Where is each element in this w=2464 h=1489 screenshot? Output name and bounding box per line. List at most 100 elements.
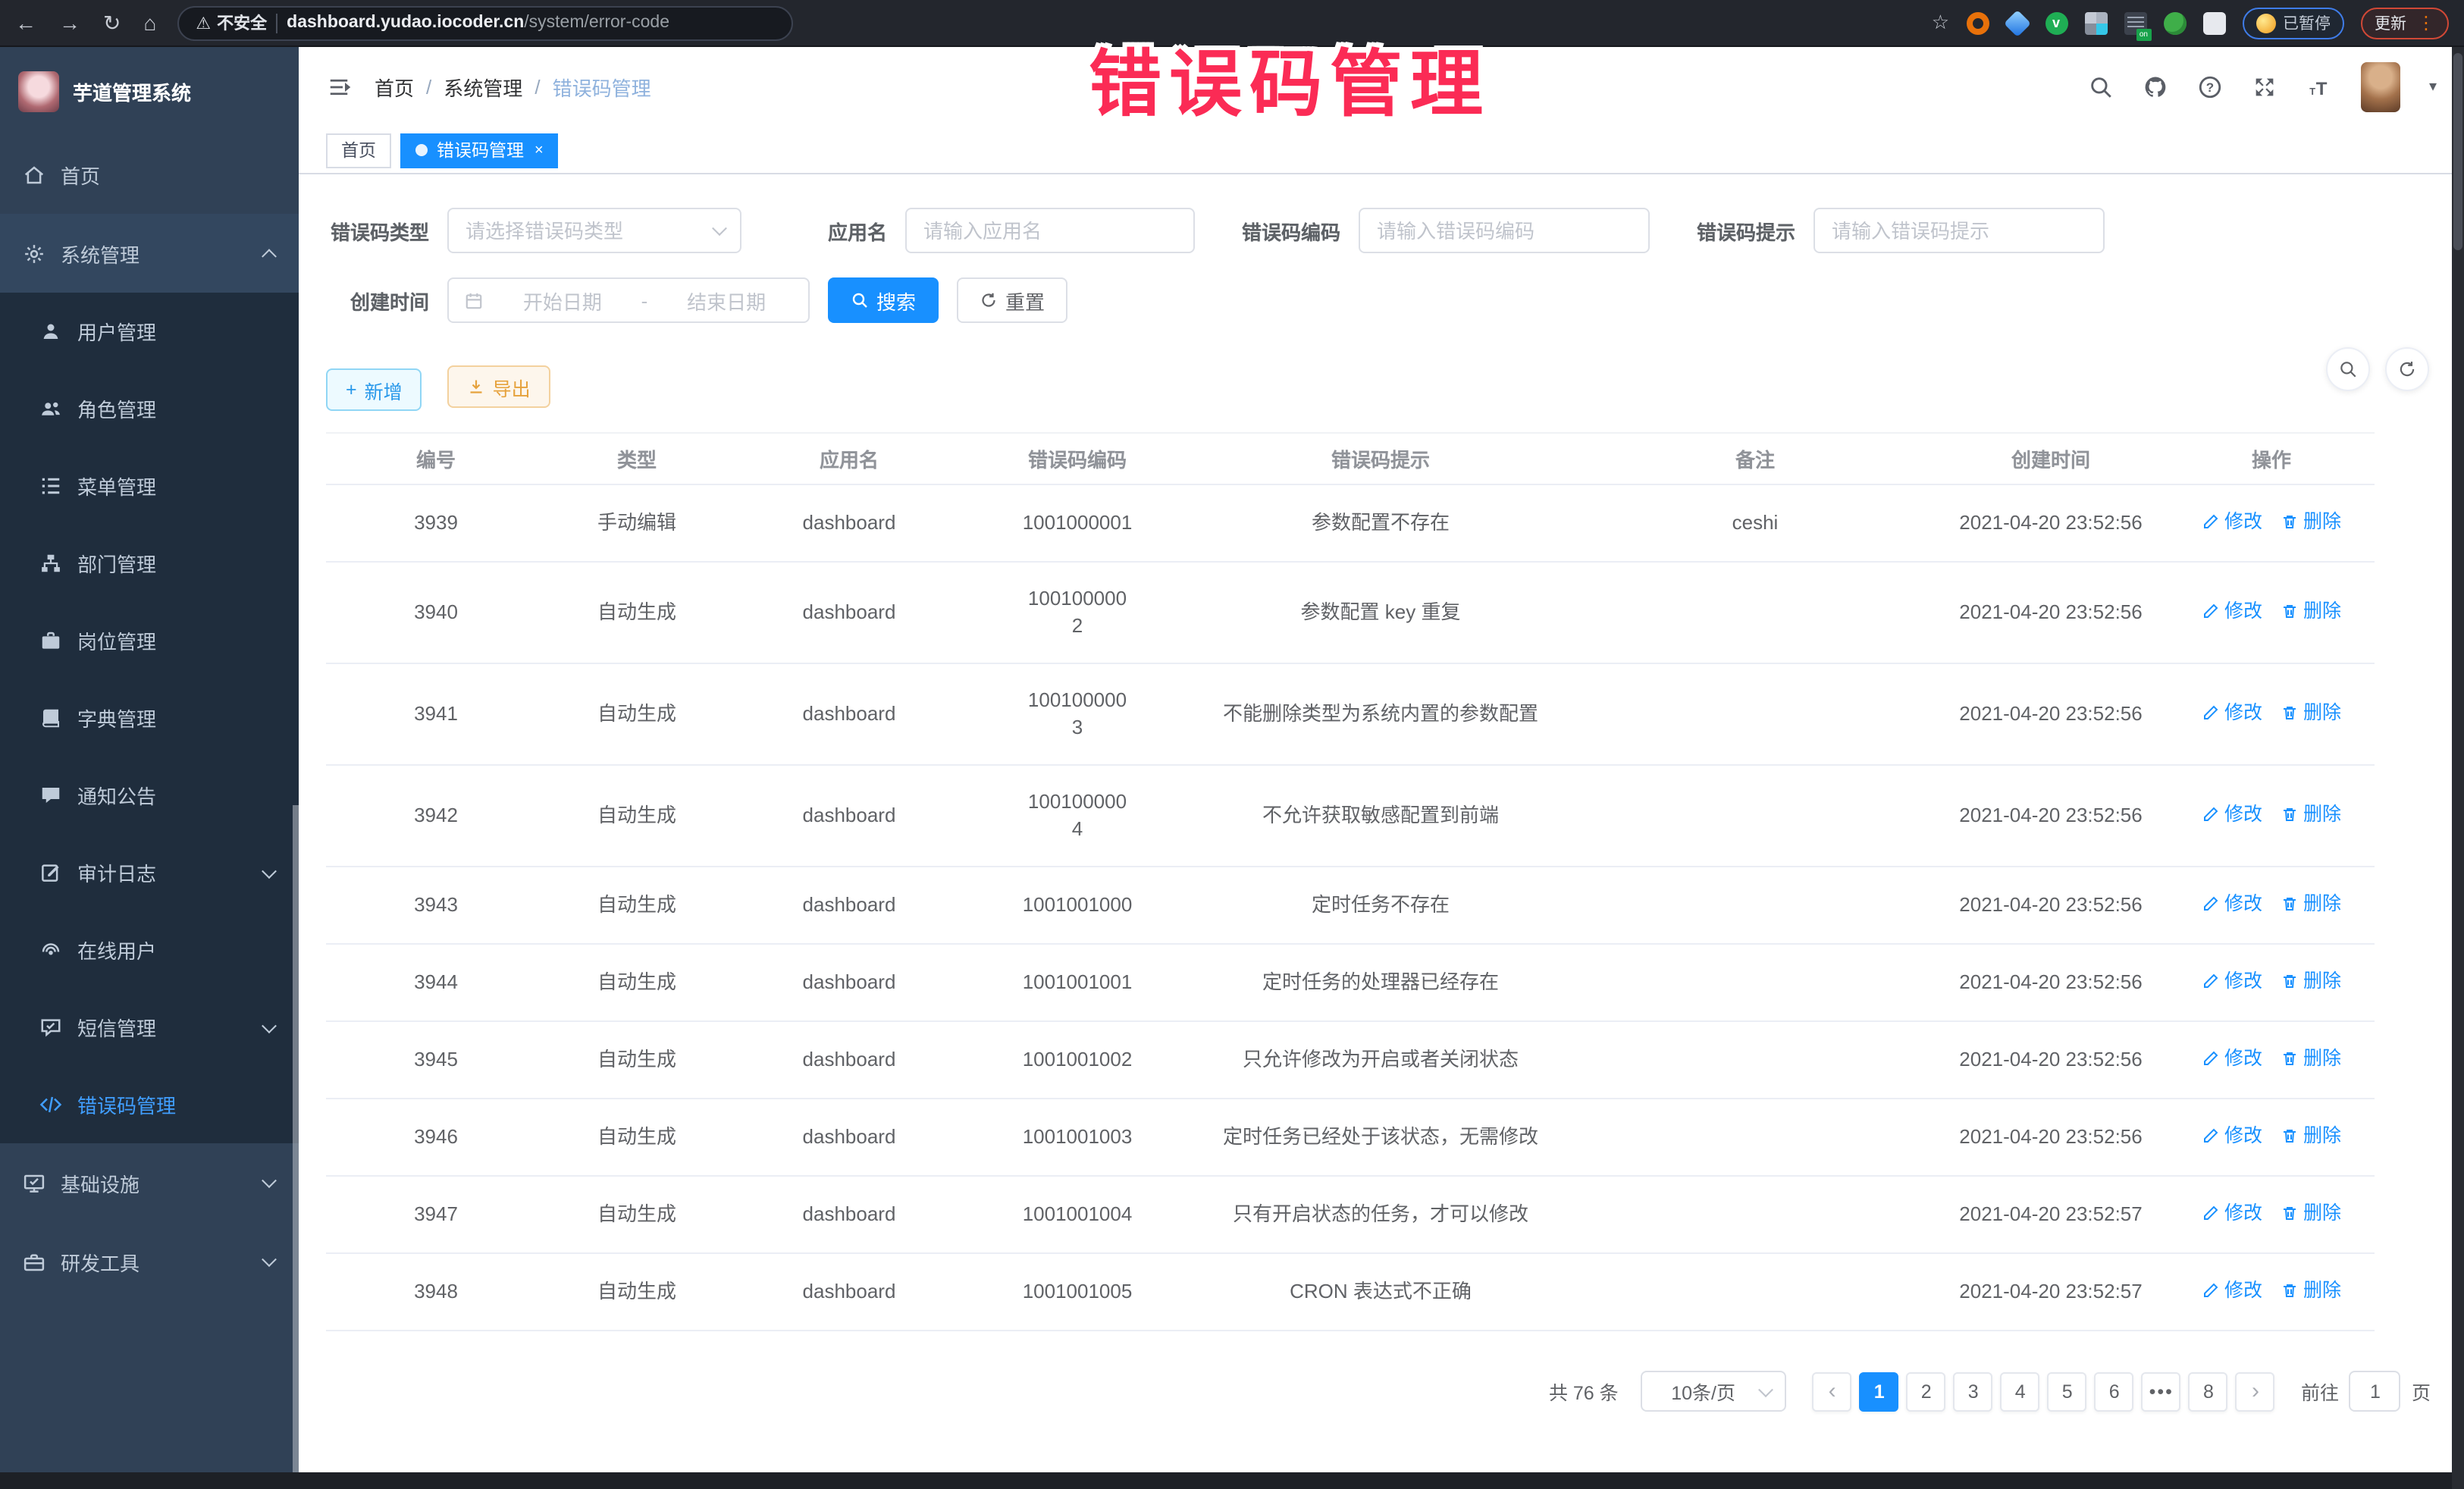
- page-button-3[interactable]: 3: [1954, 1371, 1993, 1411]
- address-bar[interactable]: ⚠ 不安全 dashboard.yudao.iocoder.cn/system/…: [177, 5, 793, 40]
- browser-home-icon[interactable]: ⌂: [143, 11, 156, 35]
- refresh-table-button[interactable]: [2385, 347, 2429, 391]
- table-row[interactable]: 3946自动生成dashboard1001001003定时任务已经处于该状态，无…: [326, 1099, 2375, 1176]
- bookmark-star-icon[interactable]: ☆: [1932, 11, 1949, 35]
- error-type-select[interactable]: [447, 208, 741, 253]
- close-icon[interactable]: ×: [534, 142, 544, 158]
- page-button-8[interactable]: 8: [2189, 1371, 2228, 1411]
- table-row[interactable]: 3944自动生成dashboard1001001001定时任务的处理器已经存在2…: [326, 944, 2375, 1021]
- font-size-icon[interactable]: TT: [2306, 74, 2332, 100]
- delete-row-button[interactable]: 删除: [2281, 1199, 2341, 1227]
- prev-page-button[interactable]: ‹: [1813, 1371, 1852, 1411]
- search-button[interactable]: 搜索: [828, 277, 939, 323]
- breadcrumb-system[interactable]: 系统管理: [444, 73, 522, 102]
- sidebar-item-dict[interactable]: 字典管理: [0, 679, 299, 757]
- table-row[interactable]: 3945自动生成dashboard1001001002只允许修改为开启或者关闭状…: [326, 1021, 2375, 1099]
- browser-back-icon[interactable]: ←: [15, 11, 36, 35]
- sidebar-item-dept[interactable]: 部门管理: [0, 525, 299, 602]
- sidebar-item-online[interactable]: 在线用户: [0, 911, 299, 989]
- app-logo-row[interactable]: 芋道管理系统: [0, 47, 299, 135]
- delete-row-button[interactable]: 删除: [2281, 1122, 2341, 1149]
- page-button-6[interactable]: 6: [2095, 1371, 2134, 1411]
- browser-reload-icon[interactable]: ↻: [103, 10, 121, 36]
- tag-home[interactable]: 首页: [326, 133, 391, 168]
- edit-row-button[interactable]: 修改: [2202, 1199, 2262, 1227]
- sidebar-item-audit[interactable]: 审计日志: [0, 834, 299, 911]
- goto-page-input[interactable]: [2350, 1371, 2401, 1412]
- edit-row-button[interactable]: 修改: [2202, 699, 2262, 726]
- edit-row-button[interactable]: 修改: [2202, 1122, 2262, 1149]
- page-scrollbar[interactable]: [2452, 47, 2464, 1489]
- sidebar-item-infra[interactable]: 基础设施: [0, 1143, 299, 1222]
- table-row[interactable]: 3940自动生成dashboard100100000 2参数配置 key 重复2…: [326, 562, 2375, 663]
- app-name-input[interactable]: [905, 208, 1195, 253]
- extension-icon[interactable]: [1966, 11, 1989, 34]
- edit-row-button[interactable]: 修改: [2202, 890, 2262, 917]
- tag-error-code[interactable]: 错误码管理 ×: [400, 133, 559, 168]
- error-code-input[interactable]: [1359, 208, 1650, 253]
- extension-paused-badge[interactable]: 已暂停: [2242, 7, 2344, 39]
- search-icon[interactable]: [2088, 74, 2114, 100]
- show-search-button[interactable]: [2326, 347, 2370, 391]
- table-row[interactable]: 3948自动生成dashboard1001001005CRON 表达式不正确20…: [326, 1253, 2375, 1331]
- page-button-4[interactable]: 4: [2001, 1371, 2040, 1411]
- edit-row-button[interactable]: 修改: [2202, 801, 2262, 828]
- edit-row-button[interactable]: 修改: [2202, 1277, 2262, 1304]
- sidebar-item-notice[interactable]: 通知公告: [0, 757, 299, 834]
- sidebar-item-user[interactable]: 用户管理: [0, 293, 299, 370]
- table-row[interactable]: 3947自动生成dashboard1001001004只有开启状态的任务，才可以…: [326, 1176, 2375, 1253]
- table-row[interactable]: 3939手动编辑dashboard1001000001参数配置不存在ceshi2…: [326, 484, 2375, 562]
- delete-row-button[interactable]: 删除: [2281, 597, 2341, 625]
- sidebar-item-post[interactable]: 岗位管理: [0, 602, 299, 679]
- export-button[interactable]: 导出: [447, 365, 550, 408]
- sidebar-item-devtools[interactable]: 研发工具: [0, 1222, 299, 1301]
- table-row[interactable]: 3942自动生成dashboard100100000 4不允许获取敏感配置到前端…: [326, 765, 2375, 867]
- edit-row-button[interactable]: 修改: [2202, 1045, 2262, 1072]
- browser-menu-icon[interactable]: ⋮: [2417, 12, 2435, 33]
- page-button-2[interactable]: 2: [1907, 1371, 1946, 1411]
- edit-row-button[interactable]: 修改: [2202, 597, 2262, 625]
- table-row[interactable]: 3941自动生成dashboard100100000 3不能删除类型为系统内置的…: [326, 663, 2375, 765]
- help-icon[interactable]: ?: [2197, 74, 2223, 100]
- extension-icon[interactable]: [2003, 9, 2030, 36]
- user-avatar[interactable]: [2361, 62, 2400, 112]
- edit-row-button[interactable]: 修改: [2202, 508, 2262, 535]
- page-button-1[interactable]: 1: [1860, 1371, 1899, 1411]
- sidebar-item-errcode[interactable]: 错误码管理: [0, 1066, 299, 1143]
- extension-icon[interactable]: [2124, 11, 2146, 34]
- delete-row-button[interactable]: 删除: [2281, 508, 2341, 535]
- sidebar-scrollbar[interactable]: [293, 805, 299, 1472]
- breadcrumb-home[interactable]: 首页: [375, 73, 414, 102]
- browser-forward-icon[interactable]: →: [59, 11, 80, 35]
- reset-button[interactable]: 重置: [957, 277, 1067, 323]
- browser-update-button[interactable]: 更新 ⋮: [2361, 7, 2449, 39]
- page-url[interactable]: dashboard.yudao.iocoder.cn/system/error-…: [287, 14, 669, 32]
- sidebar-item-system[interactable]: 系统管理: [0, 214, 299, 293]
- extension-icon[interactable]: [2084, 11, 2107, 34]
- page-button-5[interactable]: 5: [2048, 1371, 2087, 1411]
- extension-icon[interactable]: [2163, 11, 2186, 34]
- date-range-picker[interactable]: 开始日期 - 结束日期: [447, 277, 810, 323]
- next-page-button[interactable]: ›: [2236, 1371, 2275, 1411]
- sidebar-item-home[interactable]: 首页: [0, 135, 299, 214]
- github-icon[interactable]: [2143, 74, 2168, 100]
- delete-row-button[interactable]: 删除: [2281, 699, 2341, 726]
- extension-icon[interactable]: v: [2045, 11, 2067, 34]
- pagination-ellipsis[interactable]: •••: [2142, 1371, 2181, 1411]
- sidebar-item-sms[interactable]: 短信管理: [0, 989, 299, 1066]
- delete-row-button[interactable]: 删除: [2281, 967, 2341, 995]
- edit-row-button[interactable]: 修改: [2202, 967, 2262, 995]
- delete-row-button[interactable]: 删除: [2281, 890, 2341, 917]
- fullscreen-icon[interactable]: [2252, 74, 2277, 100]
- page-size-select[interactable]: 10条/页: [1641, 1371, 1787, 1412]
- error-hint-input[interactable]: [1814, 208, 2105, 253]
- hamburger-icon[interactable]: [326, 76, 352, 99]
- sidebar-item-menu[interactable]: 菜单管理: [0, 447, 299, 525]
- extensions-puzzle-icon[interactable]: [2202, 11, 2225, 34]
- delete-row-button[interactable]: 删除: [2281, 1277, 2341, 1304]
- table-row[interactable]: 3943自动生成dashboard1001001000定时任务不存在2021-0…: [326, 867, 2375, 944]
- chevron-down-icon[interactable]: ▾: [2429, 79, 2437, 96]
- sidebar-item-role[interactable]: 角色管理: [0, 370, 299, 447]
- add-button[interactable]: + 新增: [326, 368, 422, 411]
- delete-row-button[interactable]: 删除: [2281, 801, 2341, 828]
